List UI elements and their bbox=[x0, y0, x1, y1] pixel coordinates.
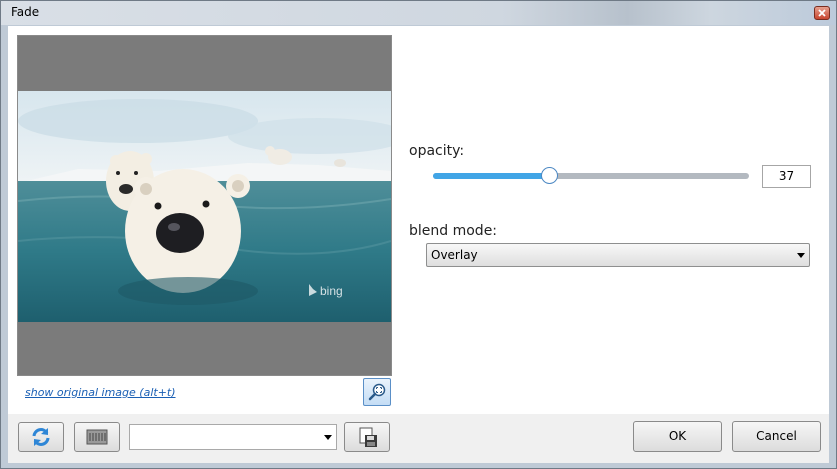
preview-panel: bing bbox=[17, 35, 392, 376]
show-original-link[interactable]: show original image (alt+t) bbox=[25, 386, 176, 399]
blend-mode-select[interactable]: Overlay bbox=[426, 243, 810, 267]
blend-mode-label: blend mode: bbox=[409, 223, 498, 239]
save-preset-icon bbox=[359, 427, 377, 447]
fade-dialog: Fade bing show original image (alt+t) op… bbox=[0, 0, 837, 469]
preview-image: bing bbox=[18, 91, 391, 322]
opacity-slider-thumb[interactable] bbox=[541, 167, 559, 184]
reset-button[interactable] bbox=[18, 422, 64, 452]
cancel-button[interactable]: Cancel bbox=[732, 421, 821, 452]
zoom-fit-button[interactable] bbox=[363, 378, 391, 406]
presets-button[interactable] bbox=[74, 422, 120, 452]
ok-button[interactable]: OK bbox=[633, 421, 722, 452]
close-button[interactable] bbox=[814, 6, 830, 20]
opacity-slider[interactable] bbox=[433, 167, 749, 184]
save-preset-button[interactable] bbox=[344, 422, 390, 452]
close-icon bbox=[818, 9, 826, 17]
opacity-slider-fill bbox=[433, 173, 550, 179]
window-title: Fade bbox=[11, 5, 40, 19]
preset-combo[interactable] bbox=[129, 424, 337, 450]
chevron-down-icon bbox=[324, 435, 332, 440]
magnifier-fit-icon bbox=[368, 383, 386, 401]
opacity-value-input[interactable]: 37 bbox=[762, 165, 811, 188]
dialog-content: bing show original image (alt+t) opacity… bbox=[8, 26, 829, 463]
title-bar: Fade bbox=[1, 1, 836, 25]
refresh-icon bbox=[32, 428, 50, 446]
watermark-text: bing bbox=[320, 284, 343, 298]
opacity-label: opacity: bbox=[409, 143, 465, 159]
blend-mode-selected: Overlay bbox=[431, 248, 478, 262]
chevron-down-icon bbox=[797, 253, 805, 258]
presets-icon bbox=[86, 429, 108, 445]
